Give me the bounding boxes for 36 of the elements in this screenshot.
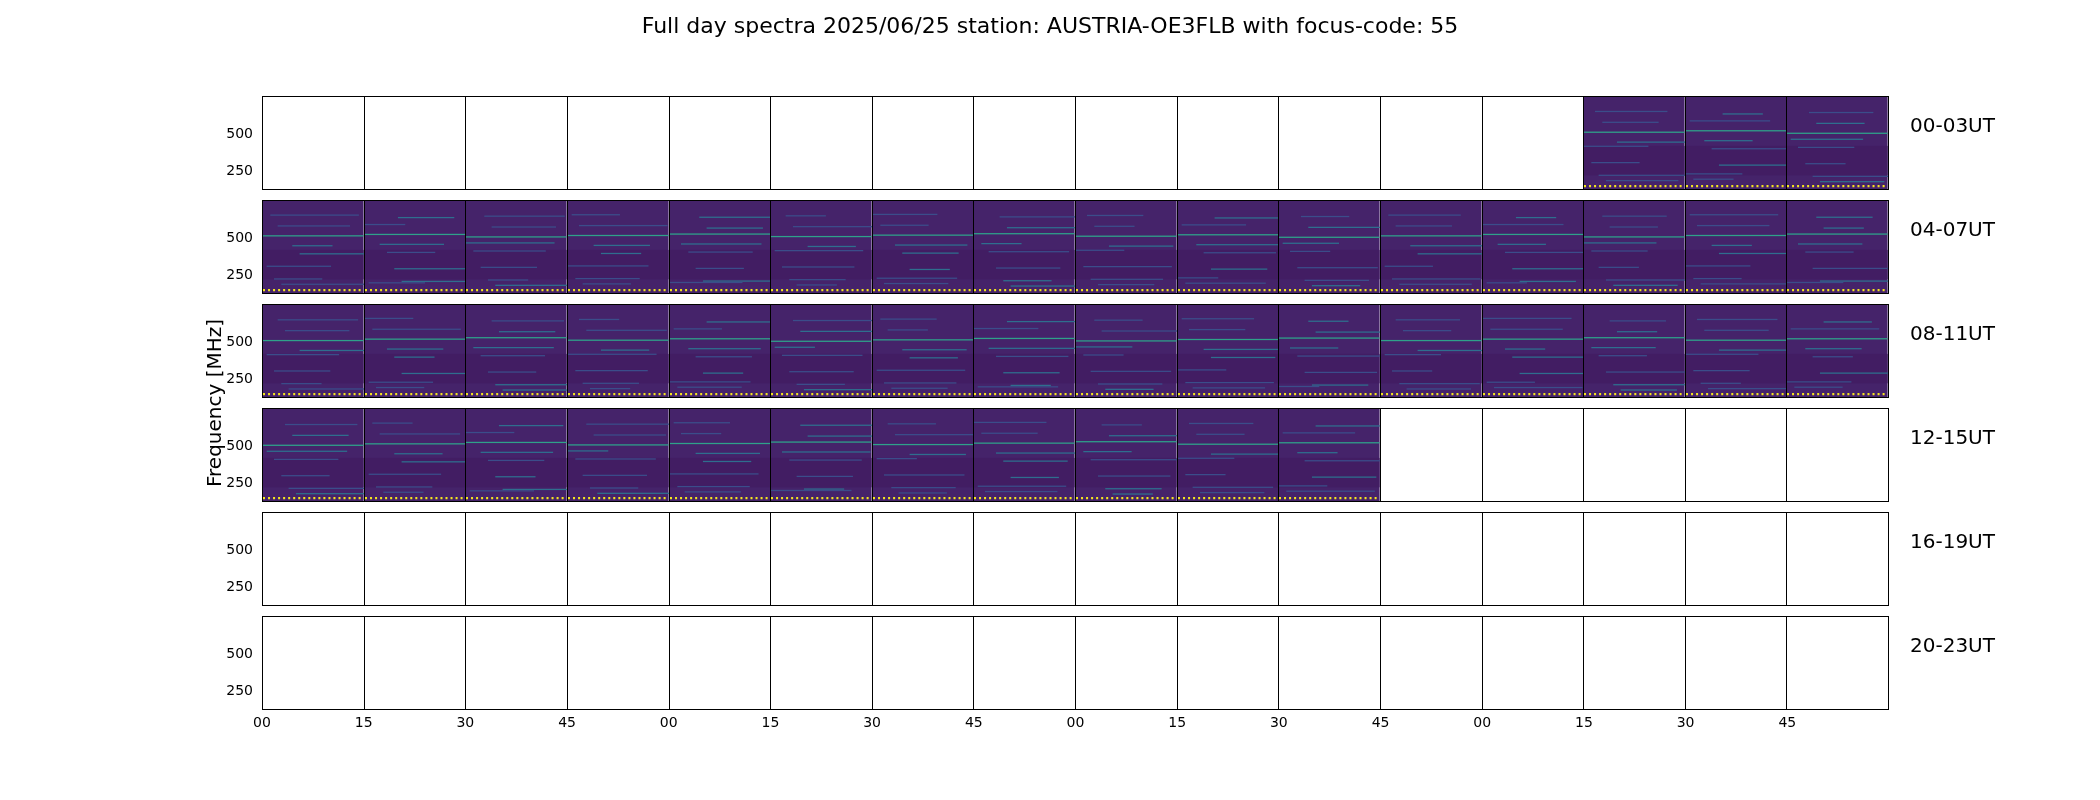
- y-tick-label: 500: [226, 229, 253, 245]
- y-tick-label: 250: [226, 682, 253, 698]
- x-tick-label: 00: [1473, 714, 1492, 730]
- x-tick-label: 30: [456, 714, 475, 730]
- y-tick-label: 500: [226, 333, 253, 349]
- y-axis-label: Frequency [MHz]: [203, 317, 225, 490]
- row-label: 04-07UT: [1909, 216, 1995, 243]
- x-tick-label: 30: [863, 714, 882, 730]
- x-tick-label: 30: [1269, 714, 1288, 730]
- y-tick-label: 500: [226, 645, 253, 661]
- row-label: 00-03UT: [1909, 112, 1995, 139]
- x-tick-label: 45: [1778, 714, 1797, 730]
- y-tick-label: 250: [226, 266, 253, 282]
- y-tick-label: 500: [226, 125, 253, 141]
- y-tick-label: 500: [226, 437, 253, 453]
- x-tick-label: 00: [253, 714, 271, 730]
- figure-title: Full day spectra 2025/06/25 station: AUSTRIA-OE3FLB with focus-code: 55: [640, 12, 1460, 40]
- x-tick-label: 45: [964, 714, 983, 730]
- row-label: 16-19UT: [1909, 528, 1995, 555]
- x-tick-label: 00: [1066, 714, 1085, 730]
- row-label: 20-23UT: [1909, 632, 1995, 659]
- x-tick-label: 15: [354, 714, 373, 730]
- y-tick-label: 500: [226, 541, 253, 557]
- x-tick-label: 15: [1575, 714, 1593, 730]
- x-tick-label: 45: [1371, 714, 1390, 730]
- row-label: 12-15UT: [1909, 424, 1995, 451]
- x-tick-label: 45: [558, 714, 576, 730]
- x-tick-label: 15: [1168, 714, 1187, 730]
- row-label: 08-11UT: [1909, 320, 1995, 347]
- x-tick-label: 00: [659, 714, 678, 730]
- x-tick-label: 15: [761, 714, 780, 730]
- x-tick-label: 30: [1676, 714, 1695, 730]
- y-tick-label: 250: [226, 578, 253, 594]
- y-tick-label: 250: [226, 474, 253, 490]
- y-tick-label: 250: [226, 162, 253, 178]
- y-tick-label: 250: [226, 370, 253, 386]
